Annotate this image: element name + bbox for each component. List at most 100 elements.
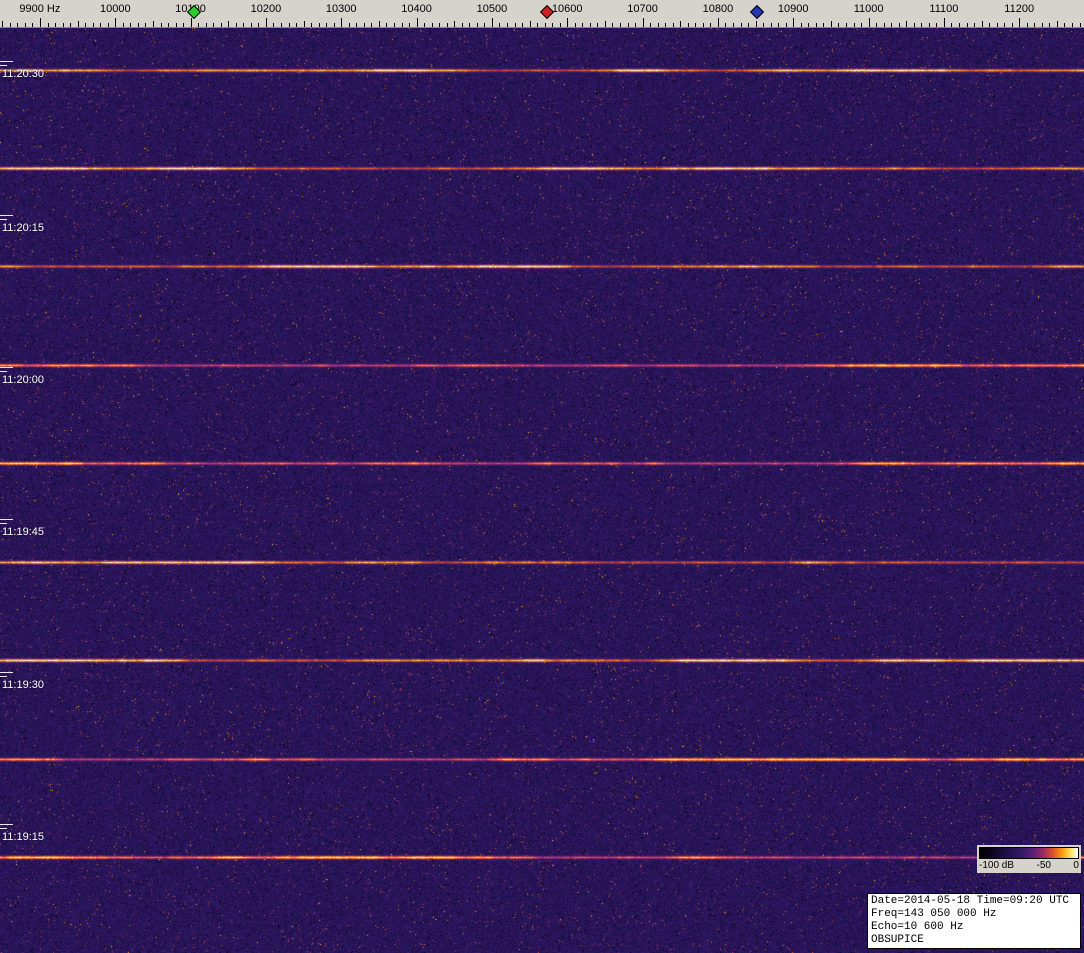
ruler-tick — [1011, 23, 1013, 27]
ruler-tick — [717, 18, 719, 27]
ruler-tick — [235, 23, 237, 27]
ruler-freq-label: 10700 — [627, 3, 658, 15]
ruler-tick — [815, 23, 817, 27]
ruler-tick — [183, 23, 185, 27]
ruler-tick — [348, 23, 350, 27]
ruler-tick — [567, 18, 569, 27]
ruler-tick — [808, 23, 810, 27]
ruler-tick — [371, 23, 373, 27]
ruler-tick — [394, 23, 395, 27]
ruler-tick — [891, 23, 893, 27]
ruler-tick — [507, 23, 508, 27]
ruler-tick — [981, 21, 983, 27]
ruler-tick — [416, 18, 418, 27]
ruler-freq-label: 10400 — [401, 3, 432, 15]
info-observatory: OBSUPICE — [871, 934, 924, 946]
ruler-tick — [861, 23, 862, 27]
ruler-tick — [168, 23, 169, 27]
ruler-tick — [898, 23, 900, 27]
ruler-tick — [47, 23, 49, 27]
ruler-tick — [770, 23, 772, 27]
ruler-tick — [755, 21, 757, 27]
ruler-freq-label: 9900 Hz — [19, 3, 61, 15]
ruler-tick — [243, 23, 245, 27]
ruler-tick — [552, 23, 554, 27]
ruler-tick — [190, 18, 192, 27]
ruler-tick — [137, 23, 139, 27]
ruler-tick — [838, 23, 840, 27]
info-frequency: Freq=143 050 000 Hz — [871, 908, 997, 920]
ruler-tick — [868, 18, 870, 27]
ruler-tick — [1026, 23, 1028, 27]
ruler-tick — [635, 23, 636, 27]
ruler-tick — [876, 23, 878, 27]
ruler-tick — [514, 23, 516, 27]
ruler-tick — [574, 23, 576, 27]
ruler-tick — [559, 23, 561, 27]
ruler-tick — [446, 23, 448, 27]
ruler-tick — [529, 21, 531, 27]
ruler-tick — [318, 23, 320, 27]
ruler-tick — [959, 23, 960, 27]
ruler-freq-label: 10600 — [551, 3, 583, 15]
intensity-legend: -100 dB -50 0 — [977, 845, 1081, 873]
ruler-tick — [160, 23, 162, 27]
ruler-freq-label: 11200 — [1004, 3, 1035, 15]
ruler-tick — [996, 23, 998, 27]
ruler-tick — [1079, 23, 1081, 27]
ruler-tick — [70, 23, 72, 27]
info-echo: Echo=10 600 Hz — [871, 921, 964, 933]
ruler-tick — [778, 23, 780, 27]
ruler-tick — [476, 23, 478, 27]
ruler-tick — [77, 21, 79, 27]
ruler-tick — [439, 23, 441, 27]
ruler-tick — [145, 23, 147, 27]
ruler-tick — [1056, 21, 1058, 27]
ruler-tick — [589, 23, 591, 27]
ruler-tick — [175, 23, 177, 27]
ruler-tick — [537, 23, 539, 27]
ruler-tick — [258, 23, 260, 27]
ruler-tick — [522, 23, 523, 27]
ruler-tick — [152, 21, 154, 27]
ruler-tick — [499, 23, 501, 27]
legend-mid-label: -50 — [1036, 860, 1051, 871]
ruler-tick — [9, 23, 11, 27]
ruler-tick — [130, 23, 132, 27]
ruler-tick — [409, 23, 410, 27]
ruler-freq-label: 10800 — [702, 3, 734, 15]
ruler-tick — [733, 23, 734, 27]
ruler-freq-label: 10300 — [325, 3, 357, 15]
ruler-tick — [1041, 23, 1043, 27]
ruler-tick — [250, 23, 252, 27]
ruler-tick — [303, 21, 305, 27]
ruler-tick — [612, 23, 614, 27]
ruler-freq-label: 11100 — [929, 3, 959, 15]
ruler-tick — [966, 23, 968, 27]
ruler-tick — [928, 23, 930, 27]
ruler-tick — [401, 23, 403, 27]
ruler-tick — [24, 23, 26, 27]
ruler-tick — [1071, 23, 1073, 27]
ruler-tick — [800, 23, 802, 27]
frequency-ruler[interactable]: 9900 Hz100001010010200103001040010500106… — [0, 0, 1084, 28]
ruler-tick — [627, 23, 629, 27]
ruler-tick — [220, 23, 222, 27]
ruler-tick — [213, 23, 215, 27]
ruler-tick — [763, 23, 765, 27]
ruler-tick — [672, 23, 674, 27]
waterfall-spectrogram-canvas[interactable] — [0, 28, 1084, 953]
ruler-tick — [604, 21, 606, 27]
ruler-tick — [1004, 23, 1006, 27]
ruler-tick — [748, 23, 749, 27]
ruler-tick — [281, 23, 282, 27]
blue-diamond-marker[interactable] — [750, 4, 765, 20]
ruler-tick — [921, 23, 923, 27]
ruler-tick — [2, 21, 4, 27]
ruler-tick — [100, 23, 102, 27]
ruler-tick — [431, 23, 433, 27]
ruler-tick — [469, 23, 471, 27]
ruler-freq-label: 10200 — [250, 3, 282, 15]
ruler-tick — [785, 23, 787, 27]
ruler-tick — [642, 18, 644, 27]
